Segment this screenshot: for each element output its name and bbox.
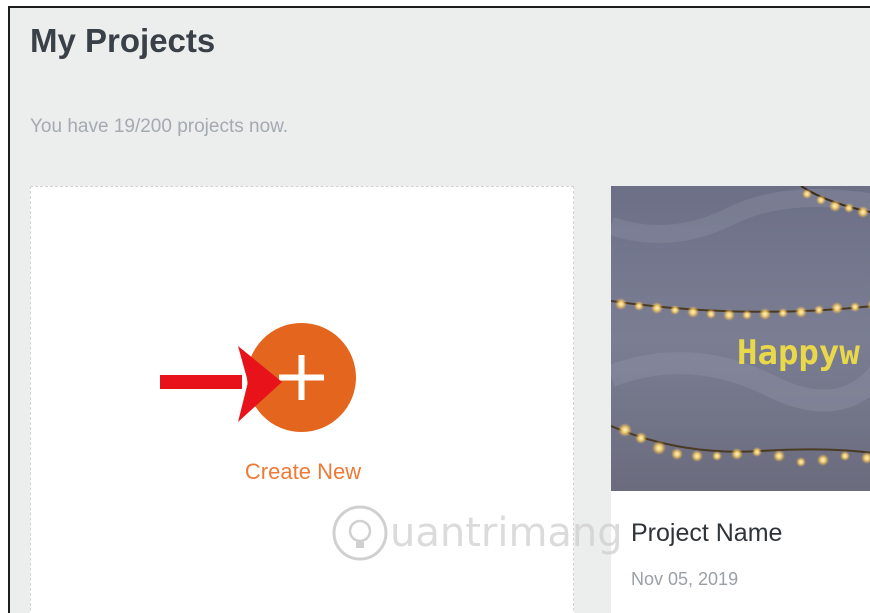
create-new-card[interactable]: Create New <box>30 186 574 613</box>
project-name[interactable]: Project Name <box>631 519 782 548</box>
project-card[interactable]: Happyw Project Name Nov 05, 2019 <box>611 186 870 613</box>
create-new-label: Create New <box>244 459 362 484</box>
project-count-text: You have 19/200 projects now. <box>30 116 289 137</box>
page-title: My Projects <box>30 22 216 59</box>
red-arrow-annotation <box>160 346 282 422</box>
project-date: Nov 05, 2019 <box>631 569 739 589</box>
project-thumbnail[interactable]: Happyw <box>611 186 870 491</box>
thumbnail-image: Happyw <box>611 186 870 491</box>
app-frame: My Projects You have 19/200 projects now… <box>8 6 870 613</box>
thumbnail-text: Happyw <box>737 333 860 373</box>
